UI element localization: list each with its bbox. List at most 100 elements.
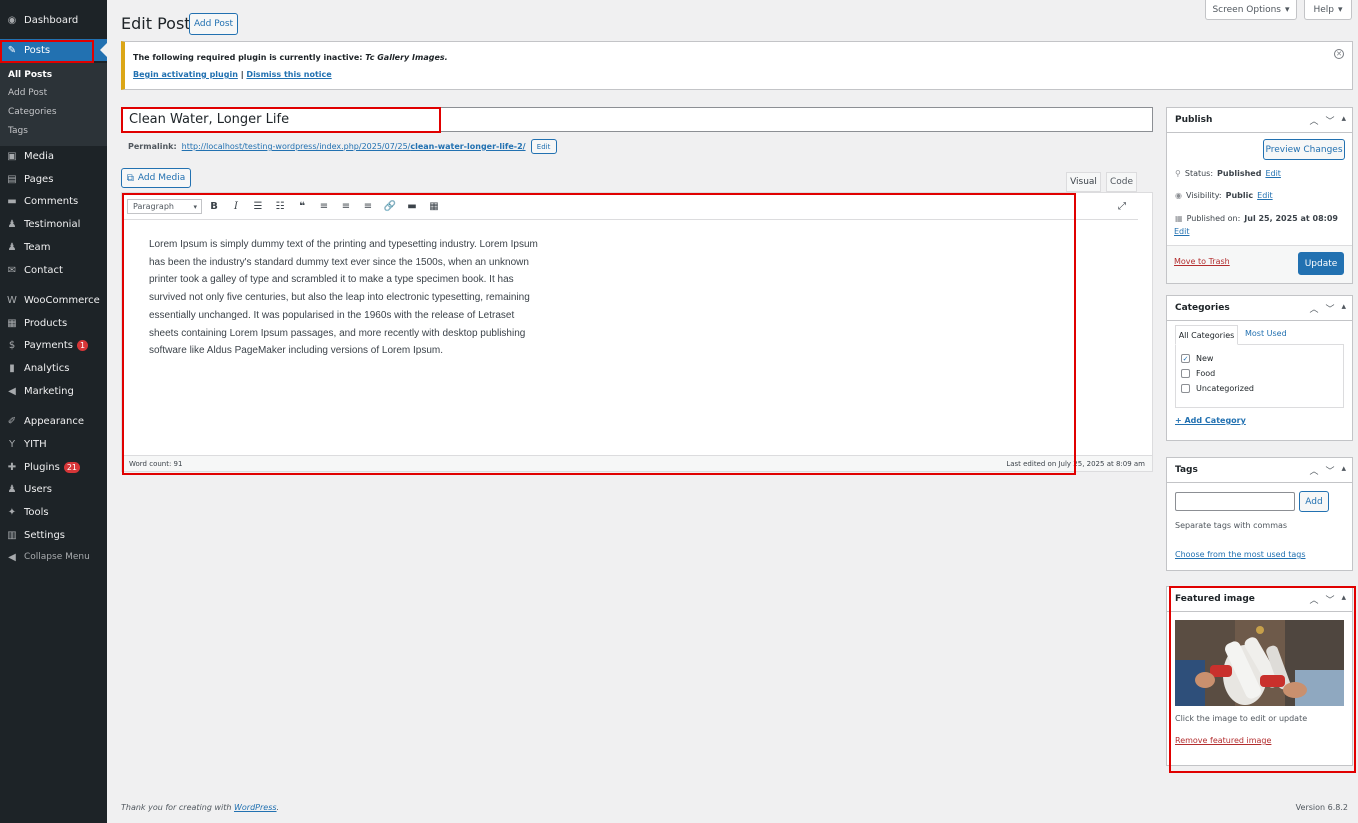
help-button[interactable]: Help ▾: [1304, 0, 1352, 20]
add-post-button[interactable]: Add Post: [189, 13, 238, 35]
payments-count-badge: 1: [77, 339, 89, 351]
media-icon: ⧉: [126, 172, 134, 184]
wordpress-link[interactable]: WordPress: [234, 803, 277, 812]
bullet-list-icon[interactable]: ☰: [250, 198, 266, 214]
sidebar-item-label: WooCommerce: [24, 294, 100, 306]
format-select[interactable]: Paragraph ▾: [127, 199, 202, 214]
read-more-icon[interactable]: ▬: [404, 198, 420, 214]
toggle-icon[interactable]: ▴: [1341, 302, 1346, 315]
tab-all-categories[interactable]: All Categories: [1175, 325, 1238, 345]
submenu-add-post[interactable]: Add Post: [8, 88, 47, 98]
sidebar-item-users[interactable]: ♟ Users: [0, 478, 107, 500]
move-to-trash-link[interactable]: Move to Trash: [1174, 257, 1230, 266]
fullscreen-icon[interactable]: ⤢: [1114, 198, 1130, 214]
sidebar-item-settings[interactable]: ▥ Settings: [0, 524, 107, 546]
visibility-edit-link[interactable]: Edit: [1257, 191, 1273, 200]
settings-icon: ▥: [7, 529, 17, 541]
tab-visual[interactable]: Visual: [1066, 172, 1101, 192]
chevron-down-icon[interactable]: ﹀: [1325, 114, 1334, 127]
collapse-menu-button[interactable]: ◀ Collapse Menu: [0, 546, 107, 568]
sidebar-item-plugins[interactable]: ✚ Plugins 21: [0, 456, 107, 478]
chevron-down-icon[interactable]: ﹀: [1325, 464, 1334, 477]
remove-featured-image-link[interactable]: Remove featured image: [1175, 736, 1271, 745]
sidebar-item-label: Pages: [24, 173, 54, 185]
featured-image-box-header: Featured image ︿ ﹀ ▴: [1167, 587, 1352, 612]
screen-options-button[interactable]: Screen Options ▾: [1205, 0, 1297, 20]
chevron-up-icon[interactable]: ︿: [1309, 302, 1318, 315]
align-right-icon[interactable]: ≡: [360, 198, 376, 214]
tag-input[interactable]: [1175, 492, 1295, 511]
dismiss-notice-link[interactable]: Dismiss this notice: [246, 70, 331, 79]
tab-most-used[interactable]: Most Used: [1245, 329, 1287, 338]
category-item[interactable]: ✓ New: [1181, 354, 1213, 363]
chevron-up-icon[interactable]: ︿: [1309, 464, 1318, 477]
sidebar-item-dashboard[interactable]: ◉ Dashboard: [0, 9, 107, 31]
submenu-tags[interactable]: Tags: [8, 126, 28, 136]
editor-content[interactable]: Lorem Ipsum is simply dummy text of the …: [149, 236, 539, 360]
submenu-categories[interactable]: Categories: [8, 107, 57, 117]
sidebar-item-analytics[interactable]: ▮ Analytics: [0, 357, 107, 379]
sidebar-item-pages[interactable]: ▤ Pages: [0, 168, 107, 190]
permalink-edit-button[interactable]: Edit: [530, 139, 557, 154]
align-center-icon[interactable]: ≡: [338, 198, 354, 214]
admin-sidebar: ◉ Dashboard ✎ Posts All Posts Add Post Cat…: [0, 0, 107, 823]
italic-icon[interactable]: I: [228, 198, 244, 214]
post-title-input[interactable]: Clean Water, Longer Life: [121, 107, 1153, 132]
choose-tags-link[interactable]: Choose from the most used tags: [1175, 550, 1306, 559]
sidebar-item-payments[interactable]: $ Payments 1: [0, 334, 107, 356]
featured-image[interactable]: [1175, 620, 1344, 706]
chevron-down-icon[interactable]: ﹀: [1325, 593, 1334, 606]
categories-box-header: Categories ︿ ﹀ ▴: [1167, 296, 1352, 321]
chevron-down-icon[interactable]: ﹀: [1325, 302, 1334, 315]
begin-activating-link[interactable]: Begin activating plugin: [133, 70, 238, 79]
bold-icon[interactable]: B: [206, 198, 222, 214]
sidebar-item-woocommerce[interactable]: W WooCommerce: [0, 289, 107, 311]
update-button[interactable]: Update: [1298, 252, 1344, 275]
sidebar-item-team[interactable]: ♟ Team: [0, 236, 107, 258]
toggle-icon[interactable]: ▴: [1341, 114, 1346, 127]
sidebar-item-media[interactable]: ▣ Media: [0, 145, 107, 167]
checkbox[interactable]: [1181, 369, 1190, 378]
permalink: Permalink: http://localhost/testing-word…: [128, 139, 557, 154]
sidebar-item-label: Testimonial: [24, 218, 81, 230]
tab-code[interactable]: Code: [1106, 172, 1137, 192]
sidebar-item-testimonial[interactable]: ♟ Testimonial: [0, 213, 107, 235]
checkbox[interactable]: ✓: [1181, 354, 1190, 363]
toggle-icon[interactable]: ▴: [1341, 593, 1346, 606]
close-icon[interactable]: ✕: [1334, 49, 1344, 59]
preview-changes-button[interactable]: Preview Changes: [1263, 139, 1345, 160]
category-item[interactable]: Uncategorized: [1181, 384, 1254, 393]
sidebar-item-marketing[interactable]: ◀ Marketing: [0, 380, 107, 402]
numbered-list-icon[interactable]: ☷: [272, 198, 288, 214]
toggle-icon[interactable]: ▴: [1341, 464, 1346, 477]
status-edit-link[interactable]: Edit: [1265, 169, 1281, 178]
pin-icon: ✎: [7, 44, 17, 56]
add-tag-button[interactable]: Add: [1299, 491, 1329, 512]
toolbar-toggle-icon[interactable]: ▦: [426, 198, 442, 214]
sidebar-item-appearance[interactable]: ✐ Appearance: [0, 410, 107, 432]
permalink-link[interactable]: http://localhost/testing-wordpress/index…: [182, 142, 526, 151]
tags-box-title: Tags: [1175, 465, 1198, 475]
sidebar-item-yith[interactable]: Y YITH: [0, 433, 107, 455]
sidebar-item-contact[interactable]: ✉ Contact: [0, 259, 107, 281]
chevron-up-icon[interactable]: ︿: [1309, 593, 1318, 606]
add-category-link[interactable]: + Add Category: [1175, 416, 1246, 425]
align-left-icon[interactable]: ≡: [316, 198, 332, 214]
add-media-button[interactable]: ⧉ Add Media: [121, 168, 191, 188]
dashboard-icon: ◉: [7, 14, 17, 26]
published-edit-link[interactable]: Edit: [1174, 227, 1190, 236]
sidebar-item-tools[interactable]: ✦ Tools: [0, 501, 107, 523]
sidebar-item-comments[interactable]: ▬ Comments: [0, 190, 107, 212]
editor-status-bar: Word count: 91 Last edited on July 25, 2…: [122, 455, 1152, 471]
blockquote-icon[interactable]: ❝: [294, 198, 310, 214]
sidebar-item-products[interactable]: ▦ Products: [0, 312, 107, 334]
featured-image-box: Featured image ︿ ﹀ ▴ Click the image to ed…: [1166, 586, 1353, 766]
link-icon[interactable]: 🔗: [382, 198, 398, 214]
calendar-icon: ▦: [1175, 214, 1183, 223]
category-item[interactable]: Food: [1181, 369, 1215, 378]
sidebar-item-label: Posts: [24, 44, 51, 56]
checkbox[interactable]: [1181, 384, 1190, 393]
chevron-up-icon[interactable]: ︿: [1309, 114, 1318, 127]
sidebar-item-posts[interactable]: ✎ Posts: [0, 39, 107, 61]
submenu-all-posts[interactable]: All Posts: [8, 70, 52, 80]
